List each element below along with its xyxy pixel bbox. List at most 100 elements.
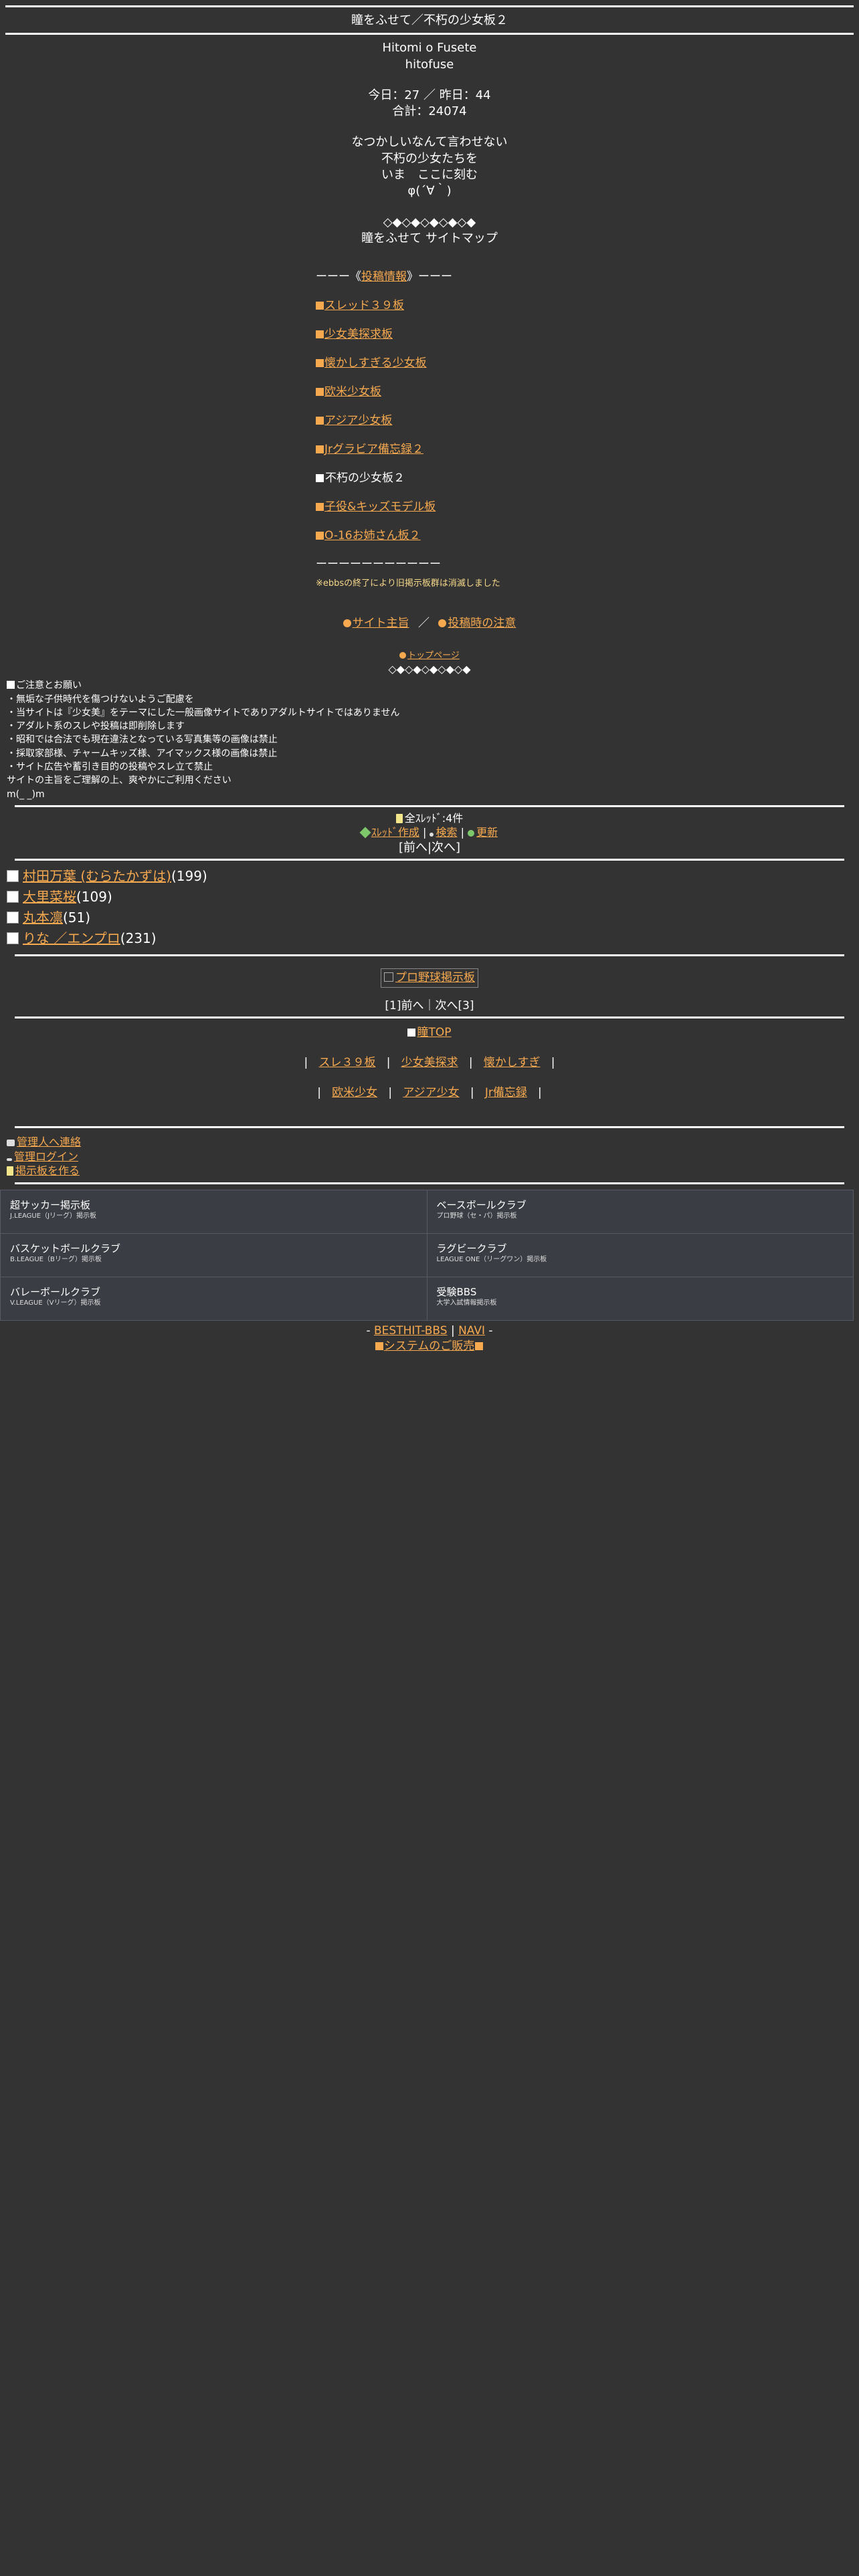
notice-title: ご注意とお願い bbox=[7, 679, 854, 692]
pencil-icon bbox=[359, 827, 371, 839]
bottom-link-natsukashi[interactable]: 懐かしすぎ bbox=[484, 1056, 541, 1069]
list-item: りな ／エンプロ(231) bbox=[7, 930, 854, 948]
square-icon bbox=[316, 330, 324, 339]
brand: Hitomi o Fusete hitofuse bbox=[5, 35, 854, 73]
thread-toolbar: ｽﾚｯﾄﾞ作成 | 検索 | 更新 bbox=[5, 825, 854, 840]
notice-line: ・採取家部様、チャームキッズ様、アイマックス様の画像は禁止 bbox=[7, 748, 278, 759]
baseball-banner[interactable]: プロ野球掲示板 bbox=[381, 968, 478, 988]
nav-item-o16[interactable]: O-16お姉さん板２ bbox=[316, 528, 543, 544]
search-link[interactable]: 検索 bbox=[436, 826, 457, 839]
checkbox-icon bbox=[7, 870, 19, 883]
checkbox-icon bbox=[7, 932, 19, 945]
divider bbox=[15, 859, 844, 861]
create-board-link[interactable]: 掲示板を作る bbox=[15, 1164, 80, 1177]
update-link[interactable]: 更新 bbox=[476, 826, 498, 839]
checkbox-icon bbox=[7, 891, 19, 903]
nav-separator: ーーーーーーーーーーー bbox=[316, 557, 441, 571]
square-icon bbox=[316, 302, 324, 310]
list-item: 大里菜桜(109) bbox=[7, 888, 854, 906]
dot-icon bbox=[399, 652, 407, 659]
bottom-link-jr[interactable]: Jr備忘録 bbox=[485, 1086, 527, 1099]
post-info-link[interactable]: 投稿情報 bbox=[361, 270, 407, 284]
thread-count: 全ｽﾚｯﾄﾞ:4件 bbox=[5, 811, 854, 826]
square-icon bbox=[475, 1341, 484, 1350]
brand-name: Hitomi o Fusete bbox=[382, 41, 477, 56]
site-card[interactable]: ベースボールクラブ プロ野球（セ・パ）掲示板 bbox=[426, 1189, 854, 1234]
tagline-line: いま ここに刻む bbox=[381, 168, 478, 183]
key-icon bbox=[7, 1158, 12, 1161]
home-link[interactable]: 瞳TOP bbox=[417, 1026, 451, 1039]
brand-romaji: hitofuse bbox=[405, 57, 454, 72]
sitemap-title: 瞳をふせて サイトマップ bbox=[361, 231, 498, 245]
square-icon bbox=[375, 1341, 383, 1350]
nav-item-shoujobi[interactable]: 少女美探求板 bbox=[316, 327, 543, 342]
checkbox-icon bbox=[7, 911, 19, 924]
nav-item-asia[interactable]: アジア少女板 bbox=[316, 413, 543, 429]
create-thread-link[interactable]: ｽﾚｯﾄﾞ作成 bbox=[371, 826, 419, 839]
nav-header: ーーー《投稿情報》ーーー bbox=[316, 270, 452, 284]
bullet-icon bbox=[430, 833, 434, 837]
info-links: サイト主旨 ／ 投稿時の注意 bbox=[5, 616, 854, 631]
bottom-link-thread39[interactable]: スレ３９板 bbox=[319, 1056, 376, 1069]
notice-line: ・当サイトは『少女美』をテーマにした一般画像サイトでありアダルトサイトではありま… bbox=[7, 707, 400, 718]
square-icon bbox=[316, 473, 324, 482]
notice-line: ・昭和では合法でも現在違法となっている写真集等の画像は禁止 bbox=[7, 734, 278, 746]
thread-link[interactable]: 大里菜桜 bbox=[23, 889, 76, 905]
site-card[interactable]: 超サッカー掲示板 J.LEAGUE（Jリーグ）掲示板 bbox=[0, 1189, 427, 1234]
square-icon bbox=[7, 681, 15, 689]
pager-bottom[interactable]: [1]前へ｜次へ[3] bbox=[5, 998, 854, 1014]
bottom-link-asia[interactable]: アジア少女 bbox=[403, 1086, 459, 1099]
access-counter: 今日：27 ／ 昨日：44 合計：24074 bbox=[5, 88, 854, 120]
notice-block: ご注意とお願い ・無垢な子供時代を傷つけないようご配慮を ・当サイトは『少女美』… bbox=[5, 679, 854, 801]
tagline: なつかしいなんて言わせない 不朽の少女たちを いま ここに刻む φ(´∀｀) bbox=[5, 134, 854, 199]
site-card[interactable]: ラグビークラブ LEAGUE ONE（リーグワン）掲示板 bbox=[426, 1232, 854, 1277]
square-icon bbox=[316, 359, 324, 368]
top-page-link[interactable]: トップページ bbox=[407, 651, 460, 661]
divider bbox=[15, 954, 844, 957]
contact-admin-link[interactable]: 管理人へ連絡 bbox=[17, 1136, 81, 1148]
nav-item-thread39[interactable]: スレッド３９板 bbox=[316, 298, 543, 314]
square-icon bbox=[316, 388, 324, 397]
notice-line: ・サイト広告や蓄引き目的の投稿やスレ立て禁止 bbox=[7, 761, 213, 772]
partner-sites: 超サッカー掲示板 J.LEAGUE（Jリーグ）掲示板 ベースボールクラブ プロ野球（… bbox=[0, 1189, 854, 1321]
system-sale-link[interactable]: システムのご販売 bbox=[384, 1339, 475, 1353]
bottom-nav-row1: | スレ３９板 | 少女美探求 | 懐かしすぎ | bbox=[304, 1056, 555, 1070]
thread-link[interactable]: 丸本凛 bbox=[23, 909, 63, 926]
site-card[interactable]: 受験BBS 大学入試情報掲示板 bbox=[426, 1276, 854, 1321]
bottom-link-shoujobi[interactable]: 少女美探求 bbox=[401, 1056, 458, 1069]
sitemap-deco-bottom: ◇◆◇◆◇◆◇◆◇◆ bbox=[388, 662, 471, 675]
banner-row: プロ野球掲示板 bbox=[5, 968, 854, 988]
tagline-line: 不朽の少女たちを bbox=[381, 151, 478, 166]
post-notice-link[interactable]: 投稿時の注意 bbox=[448, 617, 516, 630]
bottom-nav-row2: | 欧米少女 | アジア少女 | Jr備忘録 | bbox=[317, 1086, 542, 1100]
nav-item-current: 不朽の少女板２ bbox=[316, 471, 543, 486]
sitemap-nav: ーーー《投稿情報》ーーー スレッド３９板 少女美探求板 懐かしすぎる少女板 欧米… bbox=[316, 270, 543, 589]
navi-link[interactable]: NAVI bbox=[458, 1324, 485, 1337]
broken-image-icon bbox=[384, 972, 393, 982]
counter-total: 合計：24074 bbox=[392, 104, 467, 119]
square-icon bbox=[407, 1029, 416, 1037]
nav-item-western[interactable]: 欧米少女板 bbox=[316, 385, 543, 400]
tagline-line: φ(´∀｀) bbox=[407, 184, 452, 199]
site-card[interactable]: バレーボールクラブ V.LEAGUE（Vリーグ）掲示板 bbox=[0, 1276, 427, 1321]
nav-item-kids-model[interactable]: 子役&キッズモデル板 bbox=[316, 500, 543, 515]
refresh-icon bbox=[468, 830, 475, 837]
notice-line: サイトの主旨をご理解の上、爽やかにご利用ください bbox=[7, 775, 231, 786]
notice-line: ・無垢な子供時代を傷つけないようご配慮を bbox=[7, 693, 194, 705]
admin-login-link[interactable]: 管理ログイン bbox=[14, 1150, 78, 1163]
nav-item-natsukashi[interactable]: 懐かしすぎる少女板 bbox=[316, 356, 543, 371]
pager-top[interactable]: [前へ|次へ] bbox=[5, 840, 854, 856]
square-icon bbox=[316, 445, 324, 453]
nav-item-jr-gravure[interactable]: Jrグラビア備忘録２ bbox=[316, 442, 543, 457]
thread-link[interactable]: りな ／エンプロ bbox=[23, 930, 120, 946]
sitemap-deco: ◇◆◇◆◇◆◇◆◇◆ bbox=[383, 215, 476, 229]
bottom-link-western[interactable]: 欧米少女 bbox=[332, 1086, 377, 1099]
site-main-link[interactable]: サイト主旨 bbox=[353, 617, 409, 630]
list-item: 村田万葉 (むらたかずは)(199) bbox=[7, 867, 854, 885]
besthit-link[interactable]: BESTHIT-BBS bbox=[374, 1324, 448, 1337]
thread-list: 村田万葉 (むらたかずは)(199) 大里菜桜(109) 丸本凛(51) りな … bbox=[5, 867, 854, 948]
nav-note: ※ebbsの終了により旧掲示板群は消滅しました bbox=[316, 578, 500, 588]
thread-link[interactable]: 村田万葉 (むらたかずは) bbox=[23, 868, 171, 884]
square-icon bbox=[316, 531, 324, 540]
site-card[interactable]: バスケットボールクラブ B.LEAGUE（Bリーグ）掲示板 bbox=[0, 1232, 427, 1277]
